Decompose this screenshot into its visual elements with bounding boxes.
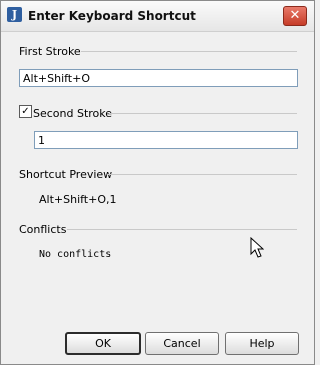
dialog-window: J Enter Keyboard Shortcut ✕ First Stroke… (0, 0, 315, 365)
ok-button[interactable]: OK (65, 332, 141, 355)
first-stroke-label: First Stroke (19, 45, 81, 58)
second-stroke-field[interactable]: 1 (34, 131, 298, 149)
mouse-cursor-icon (250, 237, 264, 258)
conflicts-value: No conflicts (39, 249, 112, 260)
shortcut-preview-label: Shortcut Preview (19, 168, 113, 181)
conflicts-separator (67, 229, 297, 230)
help-button[interactable]: Help (225, 332, 299, 355)
app-icon: J (7, 7, 22, 22)
second-stroke-checkbox[interactable]: ✓ (19, 105, 32, 118)
dialog-title: Enter Keyboard Shortcut (28, 9, 196, 23)
close-button[interactable]: ✕ (283, 6, 307, 26)
first-stroke-separator (81, 51, 297, 52)
shortcut-preview-value: Alt+Shift+O,1 (39, 193, 117, 206)
second-stroke-label: Second Stroke (33, 107, 113, 120)
cancel-button[interactable]: Cancel (145, 332, 219, 355)
second-stroke-separator (109, 113, 297, 114)
conflicts-label: Conflicts (19, 223, 67, 236)
title-bar[interactable]: J Enter Keyboard Shortcut ✕ (1, 1, 314, 32)
shortcut-preview-separator (107, 174, 297, 175)
first-stroke-field[interactable]: Alt+Shift+O (19, 69, 298, 87)
